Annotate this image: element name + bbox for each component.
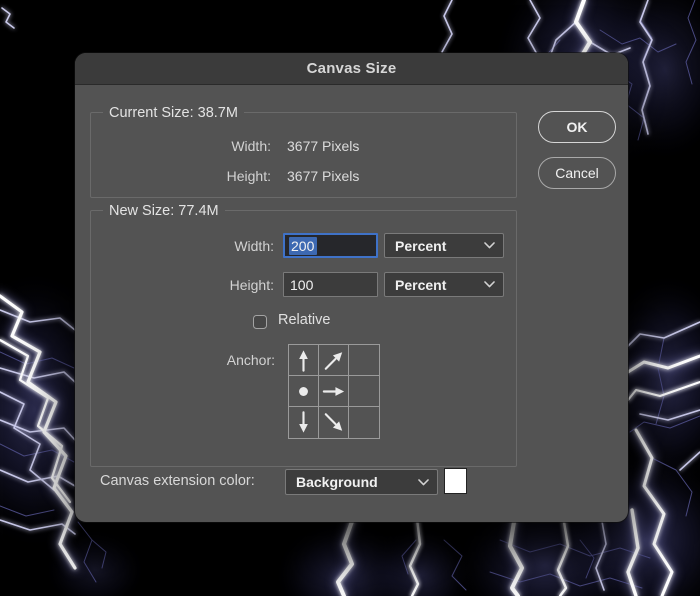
current-width-label: Width:	[231, 138, 271, 154]
canvas-extension-color-value: Background	[296, 474, 378, 490]
chevron-down-icon	[418, 478, 429, 485]
dialog-titlebar[interactable]: Canvas Size	[75, 53, 628, 85]
arrow-up-right-icon	[324, 351, 343, 370]
ok-button[interactable]: OK	[538, 111, 616, 143]
current-height-row: Height: 3677 Pixels	[91, 167, 516, 185]
height-unit-select[interactable]: Percent	[384, 272, 504, 297]
arrow-right-icon	[322, 386, 345, 396]
relative-label: Relative	[278, 312, 331, 328]
arrow-down-right-icon	[324, 413, 343, 431]
arrow-down-icon	[299, 411, 308, 433]
width-input[interactable]: 200	[283, 233, 378, 258]
desktop-background: Canvas Size Current Size: 38.7M Width: 3…	[0, 0, 700, 596]
anchor-cell-top-left[interactable]	[289, 345, 319, 376]
canvas-size-dialog: Canvas Size Current Size: 38.7M Width: 3…	[75, 53, 628, 522]
chevron-down-icon	[484, 281, 495, 288]
extension-color-swatch[interactable]	[444, 468, 467, 494]
anchor-cell-middle-left[interactable]	[289, 376, 319, 407]
anchor-cell-bottom-center[interactable]	[319, 407, 349, 438]
height-unit-value: Percent	[395, 276, 447, 293]
new-height-label: Height:	[229, 277, 274, 293]
anchor-cell-bottom-left[interactable]	[289, 407, 319, 438]
anchor-grid	[288, 344, 380, 439]
cancel-button[interactable]: Cancel	[538, 157, 616, 189]
current-height-value: 3677 Pixels	[287, 168, 360, 184]
current-size-legend: Current Size: 38.7M	[103, 103, 244, 123]
current-width-row: Width: 3677 Pixels	[91, 137, 516, 155]
current-height-label: Height:	[226, 168, 271, 184]
current-size-group: Current Size: 38.7M Width: 3677 Pixels H…	[90, 103, 517, 198]
height-input-text: 100	[290, 276, 314, 293]
anchor-cell-bottom-right[interactable]	[349, 407, 379, 438]
chevron-down-icon	[484, 242, 495, 249]
anchor-cell-middle-right[interactable]	[349, 376, 379, 407]
new-size-legend: New Size: 77.4M	[103, 201, 225, 221]
current-width-value: 3677 Pixels	[287, 138, 360, 154]
width-unit-select[interactable]: Percent	[384, 233, 504, 258]
anchor-label: Anchor:	[226, 352, 275, 368]
canvas-extension-color-select[interactable]: Background	[285, 469, 438, 495]
canvas-extension-color-label: Canvas extension color:	[100, 473, 255, 489]
width-unit-value: Percent	[395, 237, 447, 254]
anchor-cell-top-right[interactable]	[349, 345, 379, 376]
anchor-cell-middle-center[interactable]	[319, 376, 349, 407]
dialog-title: Canvas Size	[306, 60, 397, 77]
relative-checkbox[interactable]	[253, 315, 267, 329]
anchor-cell-top-center[interactable]	[319, 345, 349, 376]
width-input-selected-text: 200	[289, 236, 318, 255]
new-size-group: New Size: 77.4M Width: 200 Percent Heigh…	[90, 201, 517, 467]
arrow-up-icon	[299, 349, 308, 372]
height-input[interactable]: 100	[283, 272, 378, 297]
new-width-label: Width:	[234, 238, 274, 254]
anchor-dot-icon	[299, 386, 308, 396]
